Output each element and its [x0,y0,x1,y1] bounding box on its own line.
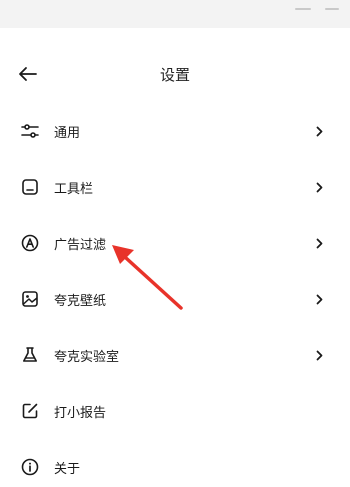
chevron-right-icon [314,349,324,361]
chevron-right-icon [314,125,324,137]
settings-item-wallpaper[interactable]: 夸克壁纸 [0,279,350,319]
settings-item-label: 打小报告 [54,405,107,421]
settings-item-label: 广告过滤 [54,237,107,253]
settings-item-label: 夸克壁纸 [54,293,107,309]
window-control-dash [325,8,339,10]
feedback-icon [20,401,40,421]
settings-item-label: 关于 [54,461,81,477]
settings-item-about[interactable]: 关于 [0,447,350,487]
page-title: 设置 [159,66,190,84]
settings-item-label: 通用 [54,125,81,141]
wallpaper-icon [20,289,40,309]
chevron-right-icon [314,181,324,193]
settings-item-label: 夸克实验室 [54,349,120,365]
window-top-bar [0,0,350,28]
toolbar-icon [20,177,40,197]
chevron-right-icon [314,293,324,305]
window-control-dash [295,8,311,10]
sliders-icon [20,121,40,141]
settings-item-general[interactable]: 通用 [0,111,350,151]
settings-item-label: 工具栏 [54,181,94,197]
settings-item-lab[interactable]: 夸克实验室 [0,335,350,375]
settings-item-toolbar[interactable]: 工具栏 [0,167,350,207]
settings-header: 设置 [0,56,350,92]
settings-item-feedback[interactable]: 打小报告 [0,391,350,431]
flask-icon [20,345,40,365]
chevron-right-icon [314,237,324,249]
ad-filter-icon [20,233,40,253]
info-icon [20,457,40,477]
settings-item-ad-filter[interactable]: 广告过滤 [0,223,350,263]
